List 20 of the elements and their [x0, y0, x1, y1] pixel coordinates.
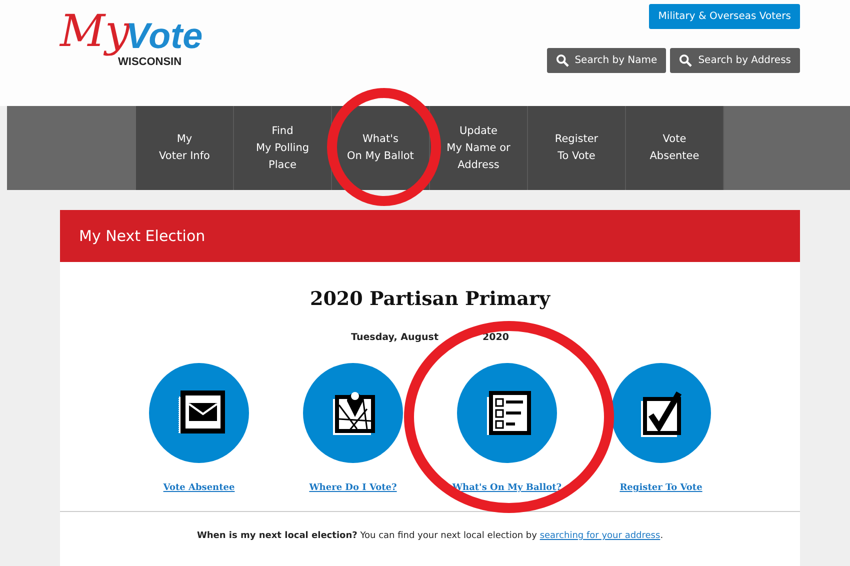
search-icon — [679, 54, 692, 67]
action-link[interactable]: Register To Vote — [620, 483, 702, 493]
nav-item[interactable]: Update My Name or Address — [430, 106, 528, 190]
search-button[interactable]: Search by Address — [670, 48, 800, 73]
election-date: 2020 — [482, 332, 509, 343]
nav-item[interactable]: Vote Absentee — [626, 106, 724, 190]
nav-item[interactable]: Find My Polling Place — [234, 106, 332, 190]
nav-item[interactable]: Register To Vote — [528, 106, 626, 190]
panel-title: My Next Election — [79, 227, 206, 245]
election-title: 2020 Partisan Primary — [308, 287, 552, 310]
search-button[interactable]: Search by Name — [546, 48, 666, 73]
local-election-note: When is my next local election? You can find your next local election by searching for your address. — [60, 511, 800, 541]
search-icon — [556, 54, 569, 67]
logo-state-text: WISCONSIN — [118, 56, 182, 68]
nav-item[interactable]: My Voter Info — [136, 106, 234, 190]
election-date: Tuesday, August — [351, 332, 438, 343]
military-voters-button[interactable]: Military & Overseas Voters — [649, 4, 800, 29]
action-link[interactable]: Where Do I Vote? — [309, 483, 397, 493]
address-search-link[interactable]: searching for your address — [540, 531, 660, 541]
action-link[interactable]: Vote Absentee — [163, 483, 235, 493]
